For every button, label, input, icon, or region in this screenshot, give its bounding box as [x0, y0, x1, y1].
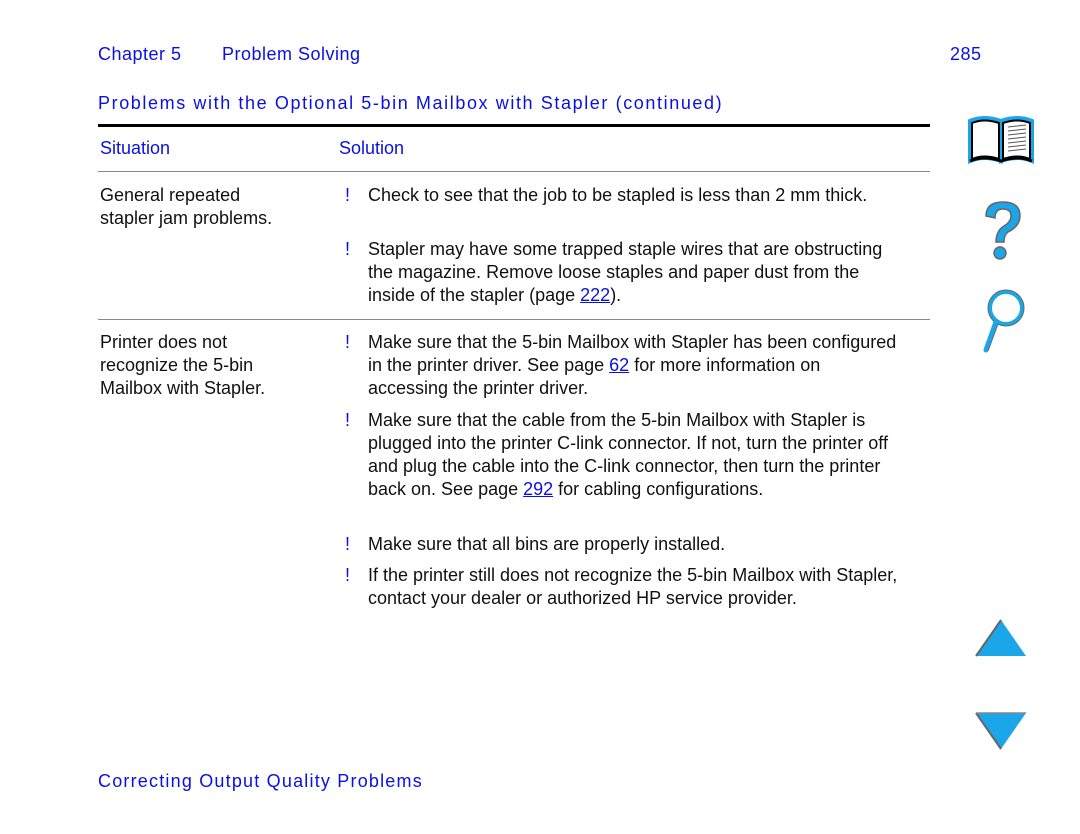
solution-bullet: ! Make sure that all bins are properly i… — [345, 533, 905, 556]
bullet-text: If the printer still does not recognize … — [368, 564, 905, 610]
bullet-text: Make sure that all bins are properly ins… — [368, 533, 905, 556]
bullet-text-part: If the printer still does not recognize … — [368, 565, 898, 608]
bullet-marker: ! — [345, 565, 351, 585]
situation-cell: General repeated stapler jam problems. — [100, 184, 272, 230]
bullet-marker: ! — [345, 332, 351, 352]
page-link-62[interactable]: 62 — [609, 355, 629, 375]
solution-bullet: ! Make sure that the cable from the 5-bi… — [345, 409, 905, 501]
situation-cell: Printer does not recognize the 5-bin Mai… — [100, 331, 265, 400]
footer-section-link[interactable]: Correcting Output Quality Problems — [98, 771, 423, 792]
page-number: 285 — [950, 44, 982, 64]
solution-bullet: ! Make sure that the 5-bin Mailbox with … — [345, 331, 905, 400]
bullet-marker: ! — [345, 239, 351, 259]
header-rule — [98, 171, 930, 172]
page-link-292[interactable]: 292 — [523, 479, 553, 499]
bullet-marker: ! — [345, 185, 351, 205]
table-top-rule — [98, 124, 930, 127]
chapter-label: Chapter 5 — [98, 44, 182, 64]
bullet-marker: ! — [345, 534, 351, 554]
bullet-text: Make sure that the 5-bin Mailbox with St… — [368, 331, 905, 400]
section-label: Problem Solving — [222, 44, 361, 64]
bullet-text-part: Check to see that the job to be stapled … — [368, 185, 868, 205]
next-page-arrow-icon[interactable] — [974, 711, 1030, 753]
situation-line: stapler jam problems. — [100, 208, 273, 228]
situation-line: recognize the 5-bin — [100, 355, 254, 375]
bullet-text: Check to see that the job to be stapled … — [368, 184, 905, 207]
bullet-text: Stapler may have some trapped staple wir… — [368, 238, 905, 307]
search-magnifier-icon[interactable] — [976, 288, 1028, 356]
bullet-marker: ! — [345, 410, 351, 430]
previous-page-arrow-icon[interactable] — [974, 618, 1030, 658]
situation-line: Printer does not — [100, 332, 228, 352]
situation-line: Mailbox with Stapler. — [100, 378, 266, 398]
situation-line: General repeated — [100, 185, 241, 205]
bullet-text-part: for cabling configurations. — [553, 479, 764, 499]
solution-bullet: ! Stapler may have some trapped staple w… — [345, 238, 905, 307]
bullet-text-part: Stapler may have some trapped staple wir… — [368, 239, 883, 305]
bullet-text-part: ). — [610, 285, 622, 305]
table-title: Problems with the Optional 5-bin Mailbox… — [98, 93, 724, 113]
column-header-situation: Situation — [100, 138, 171, 158]
solution-bullet: ! If the printer still does not recogniz… — [345, 564, 905, 610]
row-rule — [98, 319, 930, 320]
column-header-solution: Solution — [339, 138, 405, 158]
solution-bullet: ! Check to see that the job to be staple… — [345, 184, 905, 207]
bullet-text: Make sure that the cable from the 5-bin … — [368, 409, 905, 501]
page-link-222[interactable]: 222 — [580, 285, 610, 305]
help-question-icon[interactable] — [978, 198, 1028, 264]
bullet-text-part: Make sure that all bins are properly ins… — [368, 534, 726, 554]
book-contents-icon[interactable] — [966, 113, 1038, 165]
